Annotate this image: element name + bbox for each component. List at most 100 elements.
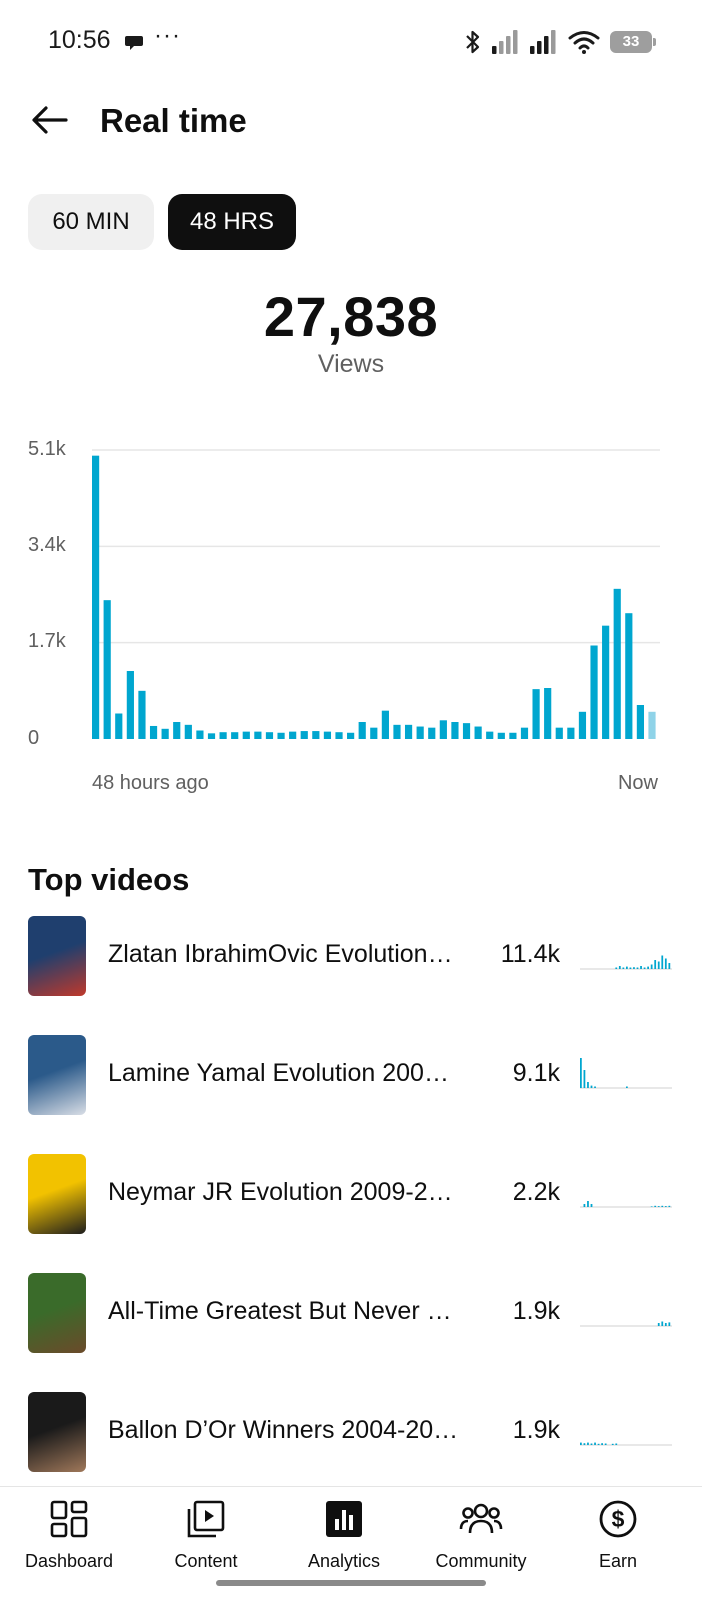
sparkline-bar bbox=[654, 960, 657, 969]
chart-bar bbox=[428, 727, 436, 739]
nav-content[interactable]: Content bbox=[141, 1497, 271, 1583]
video-row[interactable]: Ballon D’Or Winners 2004-20… 1.9k bbox=[0, 1392, 702, 1492]
nav-analytics[interactable]: Analytics bbox=[279, 1497, 409, 1583]
video-views: 11.4k bbox=[500, 940, 560, 968]
video-sparkline bbox=[580, 1321, 672, 1327]
chart-bar bbox=[532, 689, 540, 739]
nav-label: Dashboard bbox=[24, 1551, 114, 1571]
chart-bar bbox=[416, 726, 424, 739]
chart-bar bbox=[370, 727, 378, 739]
tab-48-hrs[interactable]: 48 HRS bbox=[168, 194, 296, 250]
sparkline-bar bbox=[650, 1206, 653, 1207]
sparkline-bar bbox=[657, 1206, 660, 1207]
sparkline-bar bbox=[626, 966, 628, 969]
chart-bar bbox=[578, 711, 587, 739]
chart-bar bbox=[358, 722, 366, 739]
total-views: 27,838 bbox=[263, 285, 439, 348]
nav-label: Analytics bbox=[307, 1551, 381, 1571]
video-title: Neymar JR Evolution 2009-20… bbox=[108, 1178, 460, 1206]
sparkline-bar bbox=[580, 1058, 582, 1088]
sparkline-bar bbox=[622, 967, 625, 969]
sparkline-bar bbox=[668, 963, 671, 969]
chart-bar bbox=[103, 600, 111, 739]
sparkline-bar bbox=[643, 967, 646, 969]
chart-bar bbox=[520, 727, 529, 739]
chart-bar bbox=[474, 726, 482, 739]
chart-bar bbox=[486, 731, 494, 739]
chart-bar bbox=[567, 727, 575, 739]
chart-bar bbox=[184, 724, 192, 739]
video-title: All-Time Greatest But Never … bbox=[108, 1297, 452, 1325]
nav-label: Content bbox=[174, 1551, 238, 1571]
sparkline-bar bbox=[664, 958, 667, 969]
back-button[interactable] bbox=[28, 98, 72, 142]
chart-bar bbox=[196, 730, 204, 739]
chart-bar bbox=[149, 725, 158, 739]
video-views: 9.1k bbox=[512, 1059, 560, 1087]
video-row[interactable]: Neymar JR Evolution 2009-20… 2.2k bbox=[0, 1154, 702, 1254]
chart-bar bbox=[231, 732, 239, 739]
sparkline-bar bbox=[626, 1086, 628, 1088]
nav-label: Community bbox=[435, 1551, 527, 1571]
video-sparkline bbox=[580, 1442, 672, 1446]
arrow-left-icon bbox=[32, 106, 68, 134]
status-bar: 10:56 ··· 33 bbox=[0, 0, 702, 84]
video-thumbnail bbox=[28, 1154, 86, 1234]
home-indicator[interactable] bbox=[216, 1580, 486, 1586]
chat-bubble-icon bbox=[125, 36, 143, 50]
sparkline-bar bbox=[590, 1443, 593, 1445]
video-row[interactable]: Zlatan IbrahimOvic Evolution… 11.4k bbox=[0, 916, 702, 1016]
sparkline-bar bbox=[601, 1443, 603, 1445]
sparkline-bar bbox=[633, 967, 635, 969]
x-end-label: Now bbox=[617, 772, 658, 794]
bar-plot bbox=[92, 449, 660, 739]
sparkline-bar bbox=[664, 1206, 667, 1207]
top-videos-title: Top videos bbox=[28, 862, 190, 897]
chart-bar bbox=[126, 671, 134, 739]
video-views: 2.2k bbox=[512, 1178, 560, 1206]
chart-bar bbox=[509, 732, 517, 739]
sparkline-bar bbox=[590, 1085, 593, 1088]
chart-bar bbox=[590, 645, 598, 739]
chart-bar bbox=[636, 705, 645, 739]
video-row[interactable]: Lamine Yamal Evolution 2007… 9.1k bbox=[0, 1035, 702, 1135]
sparkline-bar bbox=[618, 966, 621, 969]
nav-community[interactable]: Community bbox=[416, 1497, 546, 1583]
nav-dashboard[interactable]: Dashboard bbox=[4, 1497, 134, 1583]
sparkline-bar bbox=[668, 1205, 671, 1207]
views-chart: 5.1k 3.4k 1.7k 0 48 hours ago Now bbox=[0, 430, 702, 810]
more-notifications-icon: ··· bbox=[154, 22, 181, 49]
sparkline-bar bbox=[640, 966, 642, 969]
chart-bar bbox=[625, 613, 633, 739]
sparkline-bar bbox=[587, 1442, 589, 1445]
sparkline-bar bbox=[604, 1443, 607, 1445]
sparkline-bar bbox=[611, 1443, 614, 1445]
sparkline-bar bbox=[583, 1443, 586, 1445]
chart-bar bbox=[439, 720, 447, 739]
tab-60-min[interactable]: 60 MIN bbox=[28, 194, 154, 250]
video-row[interactable]: All-Time Greatest But Never … 1.9k bbox=[0, 1273, 702, 1373]
sparkline-bar bbox=[580, 1442, 582, 1445]
chart-bar bbox=[544, 688, 552, 739]
chart-bar bbox=[404, 724, 413, 739]
sparkline-bar bbox=[657, 1323, 660, 1326]
wifi-icon bbox=[568, 31, 600, 54]
content-icon bbox=[184, 1497, 228, 1541]
sparkline-bar bbox=[587, 1082, 589, 1088]
video-title: Zlatan IbrahimOvic Evolution… bbox=[108, 940, 453, 968]
analytics-icon bbox=[322, 1497, 366, 1541]
sparkline-bar bbox=[654, 1205, 657, 1207]
chart-bar bbox=[161, 728, 169, 739]
chart-bar bbox=[602, 625, 610, 739]
chart-bar bbox=[219, 732, 227, 739]
bluetooth-icon bbox=[466, 30, 480, 54]
nav-earn[interactable]: $ Earn bbox=[553, 1497, 683, 1583]
svg-text:$: $ bbox=[612, 1506, 625, 1532]
sparkline-bar bbox=[650, 964, 653, 969]
video-sparkline bbox=[580, 1201, 672, 1208]
chart-bar bbox=[300, 731, 308, 739]
chart-bar bbox=[335, 732, 343, 739]
page-title: Real time bbox=[100, 102, 247, 139]
chart-bar bbox=[323, 731, 332, 739]
chart-bar bbox=[393, 724, 401, 739]
